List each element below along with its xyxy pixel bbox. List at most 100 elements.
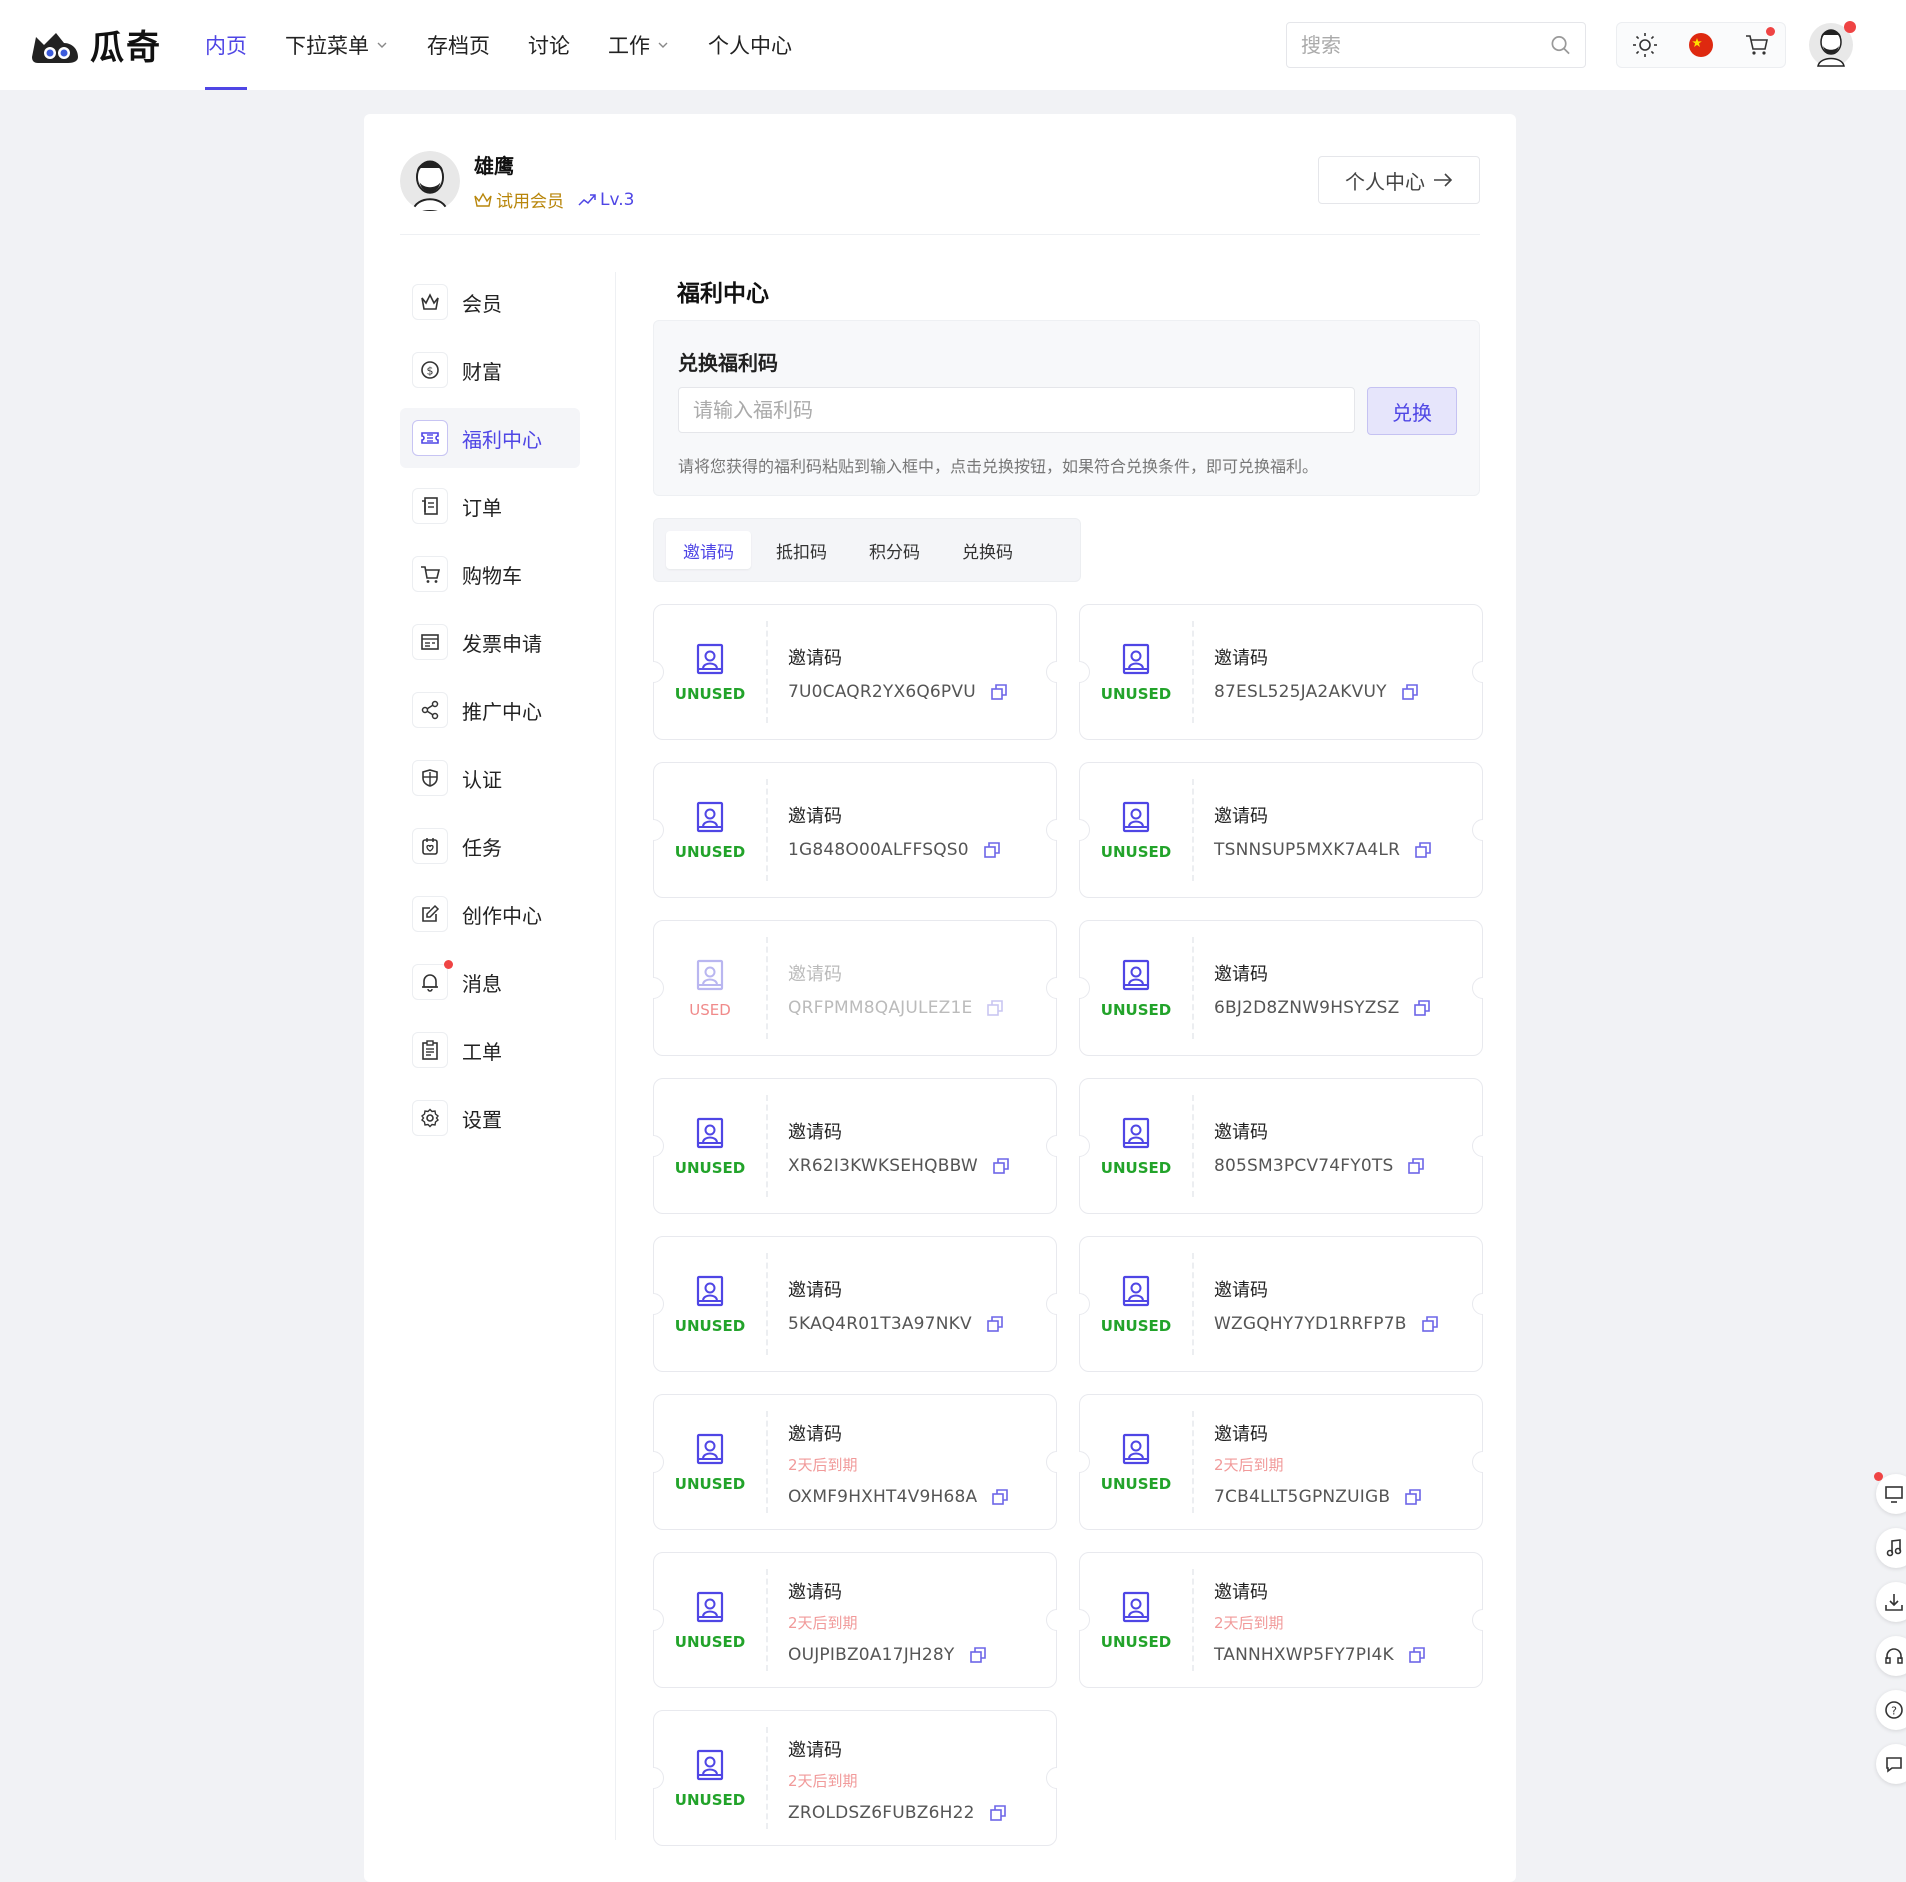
coupon-status-block: UNUSED — [654, 1237, 766, 1373]
level-badge: Lv.3 — [578, 190, 634, 210]
coupon-notch — [1046, 1451, 1057, 1473]
copy-icon[interactable] — [1401, 683, 1419, 701]
tab-1[interactable]: 抵扣码 — [759, 531, 844, 569]
nav-item-3[interactable]: 讨论 — [528, 0, 570, 90]
chat-float-button[interactable] — [1876, 1744, 1906, 1784]
nav-item-label: 存档页 — [427, 34, 490, 58]
redeem-button[interactable]: 兑换 — [1367, 387, 1457, 435]
sidebar-item-3[interactable]: 订单 — [400, 476, 580, 536]
tab-0[interactable]: 邀请码 — [666, 531, 751, 569]
coupon-expire: 2天后到期 — [788, 1771, 858, 1790]
sidebar-item-11[interactable]: 工单 — [400, 1020, 580, 1080]
help-float-button[interactable]: ? — [1876, 1690, 1906, 1730]
search-box[interactable] — [1286, 22, 1586, 68]
personal-center-label: 个人中心 — [1345, 169, 1425, 194]
coupon-status: UNUSED — [674, 1159, 746, 1177]
content-card: 雄鹰 试用会员 Lv.3 个人中心 会员 $ 财富 福利中心 订单 购物车 发票申请 推广中心… — [364, 114, 1516, 1882]
sidebar-item-8[interactable]: 任务 — [400, 816, 580, 876]
sidebar-item-6[interactable]: 推广中心 — [400, 680, 580, 740]
copy-icon[interactable] — [986, 999, 1004, 1017]
clipboard-icon — [422, 1040, 438, 1060]
logo[interactable]: 瓜奇 — [28, 20, 162, 69]
nav-item-1[interactable]: 下拉菜单 — [285, 0, 389, 90]
profile-name: 雄鹰 — [474, 154, 514, 178]
redeem-code-input[interactable] — [678, 387, 1355, 433]
search-icon[interactable] — [1550, 34, 1571, 56]
sidebar-item-label: 消息 — [462, 971, 502, 996]
coupon-code: TANNHXWP5FY7PI4K — [1214, 1644, 1394, 1665]
nav-item-0[interactable]: 内页 — [205, 0, 247, 90]
copy-icon[interactable] — [991, 1488, 1009, 1506]
coupon-code: 1G848O00ALFFSQS0 — [788, 840, 969, 860]
coupon-status-block: USED — [654, 921, 766, 1057]
copy-icon[interactable] — [989, 1804, 1007, 1822]
sidebar-item-2[interactable]: 福利中心 — [400, 408, 580, 468]
coupon-card: UNUSED 邀请码 2天后到期 OUJPIBZ0A17JH28Y — [653, 1552, 1057, 1688]
coupon-card: UNUSED 邀请码 1G848O00ALFFSQS0 — [653, 762, 1057, 898]
sidebar-item-12[interactable]: 设置 — [400, 1088, 580, 1148]
copy-icon[interactable] — [990, 683, 1008, 701]
coupon-info: 邀请码 QRFPMM8QAJULEZ1E — [788, 921, 1004, 1057]
coupon-code: XR62I3KWKSEHQBBW — [788, 1156, 978, 1176]
coupon-info: 邀请码 2天后到期 ZROLDSZ6FUBZ6H22 — [788, 1711, 1007, 1847]
sidebar-item-9[interactable]: 创作中心 — [400, 884, 580, 944]
coupon-info: 邀请码 2天后到期 TANNHXWP5FY7PI4K — [1214, 1553, 1426, 1689]
copy-icon[interactable] — [969, 1646, 987, 1664]
coupon-status-block: UNUSED — [654, 1079, 766, 1215]
coupon-info: 邀请码 2天后到期 7CB4LLT5GPNZUIGB — [1214, 1395, 1422, 1531]
badge-card-icon — [1122, 1591, 1150, 1623]
download-float-button[interactable] — [1876, 1582, 1906, 1622]
sidebar-item-0[interactable]: 会员 — [400, 272, 580, 332]
sidebar-icon-box — [412, 284, 448, 320]
copy-icon[interactable] — [1404, 1488, 1422, 1506]
cart-button[interactable] — [1742, 27, 1775, 60]
sidebar-item-5[interactable]: 发票申请 — [400, 612, 580, 672]
copy-icon[interactable] — [1408, 1646, 1426, 1664]
sidebar-icon-box — [412, 556, 448, 592]
copy-icon[interactable] — [1413, 999, 1431, 1017]
sidebar-item-1[interactable]: $ 财富 — [400, 340, 580, 400]
nav-item-2[interactable]: 存档页 — [427, 0, 490, 90]
coupon-notch — [1472, 1451, 1483, 1473]
coupon-notch — [1472, 661, 1483, 683]
profile-avatar[interactable] — [400, 151, 460, 211]
badge-card-icon — [696, 1117, 724, 1149]
sidebar-item-label: 订单 — [462, 495, 502, 520]
language-switch[interactable] — [1686, 30, 1716, 60]
badge-card-icon — [696, 1591, 724, 1623]
copy-icon[interactable] — [1421, 1315, 1439, 1333]
coupon-status: UNUSED — [674, 685, 746, 703]
monitor-float-button[interactable] — [1874, 1472, 1906, 1514]
coupon-code: WZGQHY7YD1RRFP7B — [1214, 1314, 1407, 1334]
sidebar-item-4[interactable]: 购物车 — [400, 544, 580, 604]
search-input[interactable] — [1301, 33, 1550, 57]
tab-3[interactable]: 兑换码 — [945, 531, 1030, 569]
coupon-notch — [1472, 819, 1483, 841]
tab-2[interactable]: 积分码 — [852, 531, 937, 569]
copy-icon[interactable] — [983, 841, 1001, 859]
nav-item-4[interactable]: 工作 — [608, 0, 670, 90]
svg-text:$: $ — [427, 365, 434, 378]
coupon-status-block: UNUSED — [1080, 921, 1192, 1057]
copy-icon[interactable] — [1414, 841, 1432, 859]
coupon-code: 87ESL525JA2AKVUY — [1214, 682, 1387, 702]
coupon-label: 邀请码 — [788, 1423, 842, 1445]
sidebar-item-7[interactable]: 认证 — [400, 748, 580, 808]
sidebar-item-10[interactable]: 消息 — [400, 952, 580, 1012]
personal-center-button[interactable]: 个人中心 — [1318, 156, 1480, 204]
coupon-notch — [1046, 1609, 1057, 1631]
nav-item-5[interactable]: 个人中心 — [708, 0, 792, 90]
user-avatar[interactable] — [1808, 21, 1856, 68]
theme-toggle[interactable] — [1630, 30, 1660, 60]
sidebar-item-label: 发票申请 — [462, 631, 542, 656]
receipt-icon — [422, 497, 438, 515]
headset-float-button[interactable] — [1876, 1636, 1906, 1676]
badge-card-icon — [696, 1275, 724, 1307]
coupon-label: 邀请码 — [788, 1581, 842, 1603]
task-icon — [422, 838, 438, 855]
music-float-button[interactable] — [1876, 1528, 1906, 1568]
copy-icon[interactable] — [992, 1157, 1010, 1175]
copy-icon[interactable] — [986, 1315, 1004, 1333]
nav-item-label: 内页 — [205, 34, 247, 58]
copy-icon[interactable] — [1407, 1157, 1425, 1175]
